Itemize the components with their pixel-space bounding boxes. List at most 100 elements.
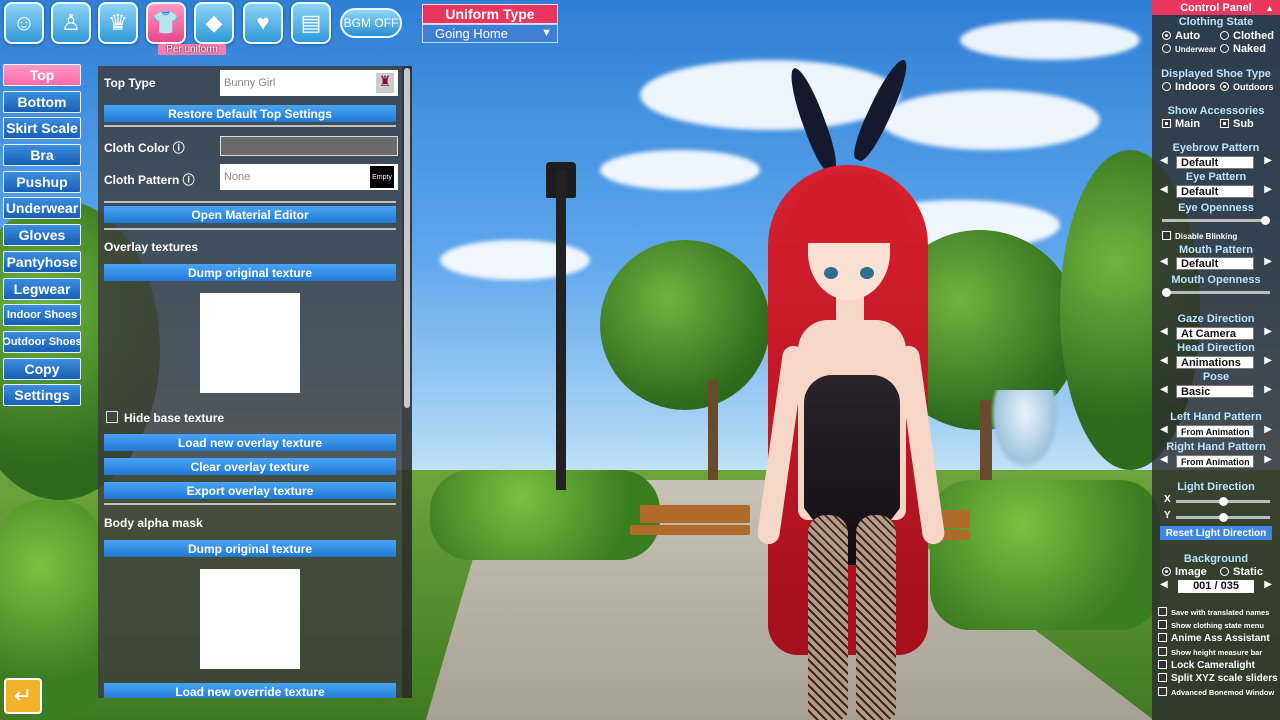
- arrow-right-icon[interactable]: ▶: [1264, 454, 1272, 465]
- left-hand-pattern-selector[interactable]: ◀ From Animation ▶: [1160, 424, 1272, 438]
- arrow-left-icon[interactable]: ◀: [1160, 355, 1168, 366]
- background-selector[interactable]: ◀ 001 / 035 ▶: [1160, 579, 1272, 593]
- clear-overlay-texture-button[interactable]: Clear overlay texture: [104, 458, 396, 475]
- dump-original-texture-button[interactable]: Dump original texture: [104, 264, 396, 281]
- clothing-state-clothed[interactable]: Clothed: [1220, 30, 1274, 42]
- open-material-editor-button[interactable]: Open Material Editor: [104, 206, 396, 223]
- accessories-main-checkbox[interactable]: Main: [1162, 118, 1200, 130]
- arrow-left-icon[interactable]: ◀: [1160, 256, 1168, 267]
- body-menu-button[interactable]: ♙: [51, 2, 91, 44]
- category-gloves[interactable]: Gloves: [3, 224, 81, 247]
- cloth-pattern-field[interactable]: None Empty: [220, 164, 398, 190]
- arrow-right-icon[interactable]: ▶: [1264, 355, 1272, 366]
- category-settings[interactable]: Settings: [3, 384, 81, 407]
- slider-knob[interactable]: [1261, 216, 1270, 225]
- eye-pattern-selector[interactable]: ◀ Default ▶: [1160, 184, 1272, 198]
- mouth-pattern-selector[interactable]: ◀ Default ▶: [1160, 256, 1272, 270]
- clothes-menu-button[interactable]: 👕: [146, 2, 186, 44]
- hedge: [430, 470, 660, 560]
- slider-knob[interactable]: [1162, 288, 1171, 297]
- category-bra[interactable]: Bra: [3, 144, 81, 167]
- arrow-right-icon[interactable]: ▶: [1264, 579, 1272, 590]
- pose-selector[interactable]: ◀ Basic ▶: [1160, 384, 1272, 398]
- eye-openness-slider[interactable]: [1162, 216, 1270, 225]
- slider-knob[interactable]: [1219, 513, 1228, 522]
- category-pantyhose[interactable]: Pantyhose: [3, 250, 81, 273]
- anime-ass-assistant-checkbox[interactable]: Anime Ass Assistant: [1158, 633, 1270, 644]
- personality-menu-button[interactable]: ♥: [243, 2, 283, 44]
- head-direction-value: Animations: [1176, 356, 1254, 369]
- bgm-toggle-button[interactable]: BGM OFF: [340, 8, 402, 38]
- per-uniform-label: Per uniform: [158, 44, 226, 55]
- show-clothing-state-menu-checkbox[interactable]: Show clothing state menu: [1158, 620, 1264, 630]
- arrow-left-icon[interactable]: ◀: [1160, 184, 1168, 195]
- arrow-left-icon[interactable]: ◀: [1160, 424, 1168, 435]
- clothing-state-auto[interactable]: Auto: [1162, 30, 1200, 42]
- advanced-bonemod-window-checkbox[interactable]: Advanced Bonemod Window: [1158, 687, 1274, 697]
- arrow-left-icon[interactable]: ◀: [1160, 579, 1168, 590]
- category-underwear[interactable]: Underwear: [3, 197, 81, 220]
- character-model[interactable]: [740, 55, 960, 720]
- background-static-radio[interactable]: Static: [1220, 566, 1263, 578]
- load-override-texture-button[interactable]: Load new override texture: [104, 683, 396, 698]
- panel-scrollbar[interactable]: [402, 66, 412, 698]
- uniform-type-dropdown[interactable]: Uniform Type Going Home ▼: [422, 4, 558, 43]
- category-indoor-shoes[interactable]: Indoor Shoes: [3, 304, 81, 327]
- cloth-color-swatch[interactable]: [220, 136, 398, 156]
- category-top[interactable]: Top: [3, 64, 81, 86]
- arrow-right-icon[interactable]: ▶: [1264, 384, 1272, 395]
- background-image-radio[interactable]: Image: [1162, 566, 1207, 578]
- load-overlay-texture-button[interactable]: Load new overlay texture: [104, 434, 396, 451]
- hide-base-texture-checkbox[interactable]: [106, 411, 118, 423]
- shoe-type-outdoors[interactable]: Outdoors: [1220, 82, 1274, 92]
- hair-menu-button[interactable]: ♛: [98, 2, 138, 44]
- arrow-left-icon[interactable]: ◀: [1160, 326, 1168, 337]
- restore-default-top-button[interactable]: Restore Default Top Settings: [104, 105, 396, 122]
- arrow-left-icon[interactable]: ◀: [1160, 155, 1168, 166]
- arrow-right-icon[interactable]: ▶: [1264, 155, 1272, 166]
- light-x-slider[interactable]: [1176, 497, 1270, 506]
- head-direction-selector[interactable]: ◀ Animations ▶: [1160, 355, 1272, 369]
- accessories-sub-checkbox[interactable]: Sub: [1220, 118, 1254, 130]
- category-outdoor-shoes[interactable]: Outdoor Shoes: [3, 330, 81, 353]
- show-height-measure-bar-checkbox[interactable]: Show height measure bar: [1158, 647, 1262, 657]
- scrollbar-thumb[interactable]: [404, 68, 410, 408]
- dump-original-texture-button-2[interactable]: Dump original texture: [104, 540, 396, 557]
- arrow-right-icon[interactable]: ▶: [1264, 326, 1272, 337]
- back-button[interactable]: ↵: [4, 678, 42, 714]
- body-alpha-mask-label: Body alpha mask: [104, 516, 203, 530]
- arrow-right-icon[interactable]: ▶: [1264, 424, 1272, 435]
- category-legwear[interactable]: Legwear: [3, 277, 81, 300]
- slider-knob[interactable]: [1219, 497, 1228, 506]
- split-xyz-scale-sliders-checkbox[interactable]: Split XYZ scale sliders: [1158, 673, 1278, 684]
- arrow-left-icon[interactable]: ◀: [1160, 454, 1168, 465]
- accessory-menu-button[interactable]: ◆: [194, 2, 234, 44]
- top-type-field[interactable]: Bunny Girl ♜: [220, 70, 398, 96]
- save-translated-names-checkbox[interactable]: Save with translated names: [1158, 607, 1269, 617]
- arrow-left-icon[interactable]: ◀: [1160, 384, 1168, 395]
- gaze-direction-selector[interactable]: ◀ At Camera ▶: [1160, 326, 1272, 340]
- export-overlay-texture-button[interactable]: Export overlay texture: [104, 482, 396, 499]
- profile-menu-button[interactable]: ▤: [291, 2, 331, 44]
- lock-cameralight-checkbox[interactable]: Lock Cameralight: [1158, 660, 1255, 671]
- arrow-right-icon[interactable]: ▶: [1264, 184, 1272, 195]
- control-panel-header[interactable]: Control Panel ▲: [1152, 0, 1280, 15]
- uniform-type-select[interactable]: Going Home ▼: [422, 24, 558, 43]
- category-copy[interactable]: Copy: [3, 357, 81, 380]
- category-bottom[interactable]: Bottom: [3, 90, 81, 113]
- arrow-right-icon[interactable]: ▶: [1264, 256, 1272, 267]
- mouth-openness-slider[interactable]: [1162, 288, 1270, 297]
- light-y-slider[interactable]: [1176, 513, 1270, 522]
- face-menu-button[interactable]: ☺: [4, 2, 44, 44]
- disable-blinking-checkbox[interactable]: Disable Blinking: [1162, 231, 1237, 241]
- reset-light-direction-button[interactable]: Reset Light Direction: [1160, 526, 1272, 540]
- category-pushup[interactable]: Pushup: [3, 170, 81, 193]
- collapse-icon[interactable]: ▲: [1265, 3, 1274, 13]
- shoe-type-indoors[interactable]: Indoors: [1162, 81, 1215, 93]
- eyebrow-pattern-selector[interactable]: ◀ Default ▶: [1160, 155, 1272, 169]
- clothing-state-underwear[interactable]: Underwear: [1162, 44, 1216, 54]
- leg-right: [856, 515, 896, 720]
- clothing-state-naked[interactable]: Naked: [1220, 43, 1266, 55]
- category-skirt-scale[interactable]: Skirt Scale: [3, 117, 81, 140]
- right-hand-pattern-selector[interactable]: ◀ From Animation ▶: [1160, 454, 1272, 468]
